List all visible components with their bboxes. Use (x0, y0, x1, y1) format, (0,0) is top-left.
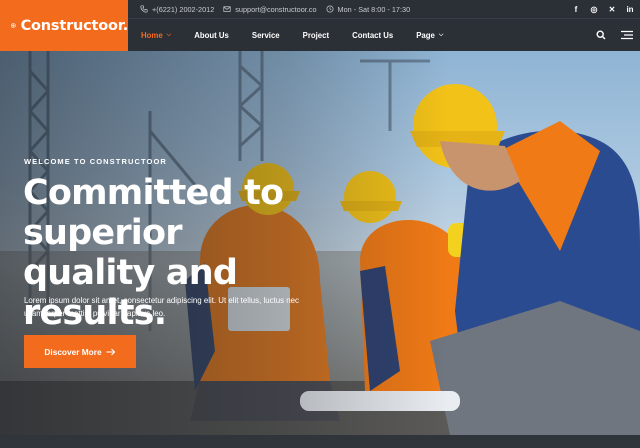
phone-icon (140, 5, 148, 13)
email-info[interactable]: support@constructoor.co (223, 4, 317, 14)
opening-hours: Mon - Sat 8:00 - 17:30 (337, 4, 411, 14)
next-section-edge (0, 435, 640, 448)
nav-label: Contact Us (352, 30, 394, 40)
instagram-icon[interactable]: ◎ (590, 5, 598, 14)
nav-item-about-us[interactable]: About Us (194, 31, 229, 40)
chevron-down-icon: ⌵ (166, 31, 172, 38)
brand-logo[interactable]: Constructoor. (0, 0, 128, 51)
email-address: support@constructoor.co (235, 4, 317, 14)
chevron-down-icon: ⌵ (438, 31, 444, 38)
hamburger-icon[interactable] (620, 30, 634, 40)
cube-logo-icon (11, 22, 16, 29)
social-links: f ◎ ✕ in (572, 0, 634, 19)
discover-more-button[interactable]: Discover More (24, 335, 136, 368)
nav-item-project[interactable]: Project (303, 31, 329, 40)
nav-item-contact-us[interactable]: Contact Us (352, 31, 393, 40)
twitter-icon[interactable]: ✕ (608, 5, 616, 14)
arrow-right-icon (106, 348, 115, 355)
hero-subtext: Lorem ipsum dolor sit amet, consectetur … (24, 296, 299, 318)
nav-label: Project (302, 30, 330, 40)
nav-item-page[interactable]: Page ⌵ (416, 31, 443, 40)
cta-label: Discover More (44, 346, 102, 357)
phone-info[interactable]: +(6221) 2002-2012 (140, 5, 214, 14)
nav-label: Home (141, 30, 163, 40)
top-info-bar: +(6221) 2002-2012 support@constructoor.c… (128, 0, 640, 19)
phone-number: +(6221) 2002-2012 (152, 4, 215, 14)
envelope-icon (223, 6, 231, 12)
hours-info: Mon - Sat 8:00 - 17:30 (326, 4, 411, 14)
clock-icon (326, 5, 333, 13)
nav-item-service[interactable]: Service (252, 31, 280, 40)
brand-name: Constructoor. (20, 17, 129, 34)
facebook-icon[interactable]: f (572, 5, 580, 14)
main-navigation: Home ⌵ About Us Service Project Contact … (128, 19, 640, 51)
nav-label: Service (251, 30, 280, 40)
linkedin-icon[interactable]: in (626, 5, 634, 14)
nav-label: Page (416, 30, 435, 40)
nav-actions (596, 19, 634, 51)
hero-eyebrow: WELCOME TO CONSTRUCTOOR (24, 157, 167, 166)
search-icon[interactable] (596, 30, 606, 40)
hero-section: WELCOME TO CONSTRUCTOOR Committed to sup… (0, 51, 640, 435)
nav-item-home[interactable]: Home ⌵ (141, 31, 171, 40)
nav-label: About Us (194, 30, 229, 40)
